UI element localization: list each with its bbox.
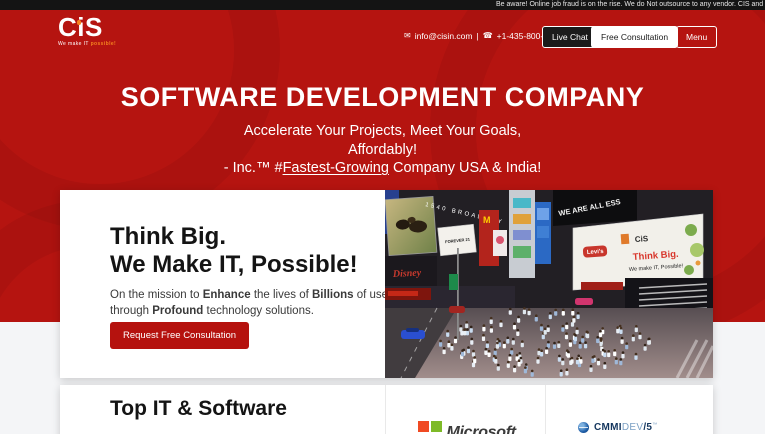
- divider: [545, 385, 546, 434]
- contact-separator: |: [476, 31, 479, 41]
- cis-logo[interactable]: CiS We make IT possible!: [58, 14, 116, 47]
- tagline-white: We make IT: [58, 41, 91, 47]
- levis-logo-text: Levi's: [587, 249, 605, 256]
- partners-card: Top IT & Software Microsoft CMMIDEV/5™: [60, 385, 713, 434]
- cis-logo-tagline: We make IT possible!: [58, 41, 116, 47]
- mcdonalds-m: M: [483, 215, 491, 225]
- tagline-orange: possible!: [90, 41, 117, 47]
- body-bold-billions: Billions: [312, 289, 354, 301]
- essential-billboard: WE ARE ALL ESS: [553, 190, 637, 226]
- center-tower: [509, 190, 535, 278]
- body-bold-profound: Profound: [152, 305, 204, 317]
- hero-subtitle: Accelerate Your Projects, Meet Your Goal…: [0, 122, 765, 178]
- times-square-team-photo: 1540 BROADWAY Disney FOREVER 21 M WE ARE…: [385, 190, 713, 378]
- cis-billboard-logo: CiS: [635, 234, 650, 244]
- globe-icon: [578, 422, 589, 433]
- partners-heading: Top IT & Software: [110, 397, 287, 420]
- intro-card: Think Big. We Make IT, Possible! On the …: [60, 190, 713, 378]
- microsoft-squares-icon: [418, 421, 442, 434]
- live-chat-button[interactable]: Live Chat: [542, 26, 598, 48]
- body-text: On the mission to: [110, 289, 203, 301]
- cis-logo-dot: [76, 20, 81, 25]
- microsoft-wordmark: Microsoft: [446, 423, 517, 434]
- page: Be aware! Online job fraud is on the ris…: [0, 0, 765, 434]
- disney-billboard: Disney: [385, 256, 437, 286]
- led-ticker: [385, 288, 431, 300]
- email-icon: ✉: [404, 31, 411, 40]
- body-text: the lives of: [250, 289, 312, 301]
- cmmi-text: CMMI: [594, 422, 622, 433]
- intro-heading-line1: Think Big.: [110, 223, 226, 250]
- body-text: technology solutions.: [203, 305, 314, 317]
- intro-heading: Think Big. We Make IT, Possible!: [110, 223, 358, 279]
- blue-panels: [535, 202, 551, 264]
- cmmi-level-text: /5: [643, 422, 653, 433]
- cmmi-logo[interactable]: CMMIDEV/5™: [578, 422, 658, 433]
- hero-title: SOFTWARE DEVELOPMENT COMPANY: [120, 82, 645, 112]
- fastest-growing-link[interactable]: Fastest-Growing: [283, 160, 389, 176]
- cis-logo-text: CiS: [58, 12, 103, 42]
- divider: [385, 385, 386, 434]
- intro-body: On the mission to Enhance the lives of B…: [110, 287, 400, 319]
- subtitle-line3-suffix: Company USA & India!: [388, 160, 542, 176]
- cmmi-tm: ™: [652, 422, 658, 428]
- cmmi-dev-text: DEV: [621, 422, 644, 433]
- microsoft-logo[interactable]: Microsoft: [418, 421, 516, 434]
- subtitle-line1: Accelerate Your Projects, Meet Your Goal…: [243, 123, 522, 139]
- phone-icon: ☎: [482, 31, 493, 40]
- disney-logo-text: Disney: [392, 267, 422, 280]
- subtitle-line3-prefix: - Inc.™ #: [223, 160, 283, 176]
- email-link[interactable]: info@cisin.com: [415, 31, 473, 41]
- request-free-consultation-button[interactable]: Request Free Consultation: [110, 322, 250, 349]
- menu-button[interactable]: Menu: [676, 26, 718, 48]
- notice-bar: Be aware! Online job fraud is on the ris…: [0, 0, 765, 10]
- cmmi-wordmark: CMMIDEV/5™: [594, 422, 658, 433]
- header-contacts: ✉ info@cisin.com | ☎ +1-435-800-0086: [404, 25, 562, 47]
- subtitle-line2: Affordably!: [347, 141, 418, 158]
- intro-heading-line2: We Make IT, Possible!: [110, 251, 358, 278]
- free-consultation-button[interactable]: Free Consultation: [591, 26, 679, 48]
- fraud-notice-text: Be aware! Online job fraud is on the ris…: [496, 1, 765, 8]
- body-bold-enhance: Enhance: [202, 289, 251, 301]
